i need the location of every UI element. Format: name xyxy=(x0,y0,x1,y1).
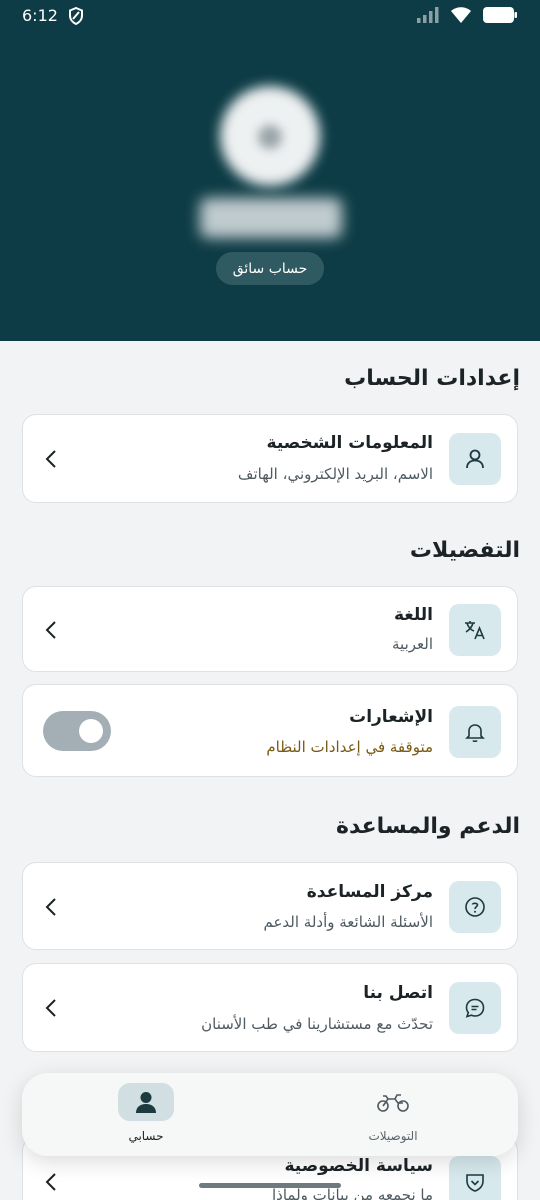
profile-header: 6:12 حساب سائق xyxy=(0,0,540,341)
privacy-policy-subtitle: ما نجمعه من بيانات ولماذا xyxy=(272,1186,433,1200)
wifi-icon xyxy=(450,6,472,28)
account-type-chip: حساب سائق xyxy=(216,252,324,285)
bottom-nav: حسابي التوصيلات xyxy=(22,1073,518,1156)
nav-label-deliveries: التوصيلات xyxy=(368,1129,418,1143)
section-title-preferences: التفضيلات xyxy=(409,538,520,563)
contact-us-subtitle: تحدّث مع مستشارينا في طب الأسنان xyxy=(201,1015,433,1033)
person-filled-icon xyxy=(118,1083,174,1121)
contact-us-row[interactable]: اتصل بنا تحدّث مع مستشارينا في طب الأسنا… xyxy=(22,963,518,1052)
notifications-row: الإشعارات متوقفة في إعدادات النظام xyxy=(22,684,518,777)
signal-icon xyxy=(416,6,440,28)
personal-info-row[interactable]: المعلومات الشخصية الاسم، البريد الإلكترو… xyxy=(22,414,518,503)
avatar-image xyxy=(258,125,282,149)
personal-info-subtitle: الاسم، البريد الإلكتروني، الهاتف xyxy=(237,465,433,483)
person-icon xyxy=(449,433,501,485)
notifications-status: متوقفة في إعدادات النظام xyxy=(266,738,433,756)
chevron-left-icon xyxy=(45,621,56,639)
home-indicator xyxy=(199,1183,341,1188)
status-time: 6:12 xyxy=(22,6,58,25)
language-title: اللغة xyxy=(393,605,433,625)
chevron-left-icon xyxy=(45,1173,56,1191)
shield-check-icon xyxy=(449,1156,501,1200)
toggle-knob xyxy=(79,719,103,743)
help-center-subtitle: الأسئلة الشائعة وأدلة الدعم xyxy=(263,913,433,931)
notifications-toggle[interactable] xyxy=(43,711,111,751)
help-center-row[interactable]: مركز المساعدة الأسئلة الشائعة وأدلة الدع… xyxy=(22,862,518,950)
chat-icon xyxy=(449,982,501,1034)
nav-item-deliveries[interactable]: التوصيلات xyxy=(338,1083,448,1147)
nav-label-my-account: حسابي xyxy=(128,1129,164,1143)
section-title-account: إعدادات الحساب xyxy=(344,366,520,391)
help-center-title: مركز المساعدة xyxy=(306,882,433,902)
language-row[interactable]: اللغة العربية xyxy=(22,586,518,672)
section-title-support: الدعم والمساعدة xyxy=(335,814,520,839)
chevron-left-icon xyxy=(45,450,56,468)
battery-icon xyxy=(482,6,518,28)
translate-icon xyxy=(449,604,501,656)
motorcycle-icon xyxy=(365,1083,421,1121)
notifications-title: الإشعارات xyxy=(349,707,433,727)
nav-item-my-account[interactable]: حسابي xyxy=(91,1083,201,1147)
contact-us-title: اتصل بنا xyxy=(363,983,433,1003)
privacy-policy-title: سياسة الخصوصية xyxy=(284,1156,433,1176)
chevron-left-icon xyxy=(45,898,56,916)
status-bar: 6:12 xyxy=(0,0,540,34)
language-value: العربية xyxy=(392,635,433,653)
chevron-left-icon xyxy=(45,999,56,1017)
user-name-redacted xyxy=(200,198,342,238)
bell-icon xyxy=(449,706,501,758)
personal-info-title: المعلومات الشخصية xyxy=(266,433,433,453)
help-icon xyxy=(449,881,501,933)
shield-icon xyxy=(68,6,84,29)
